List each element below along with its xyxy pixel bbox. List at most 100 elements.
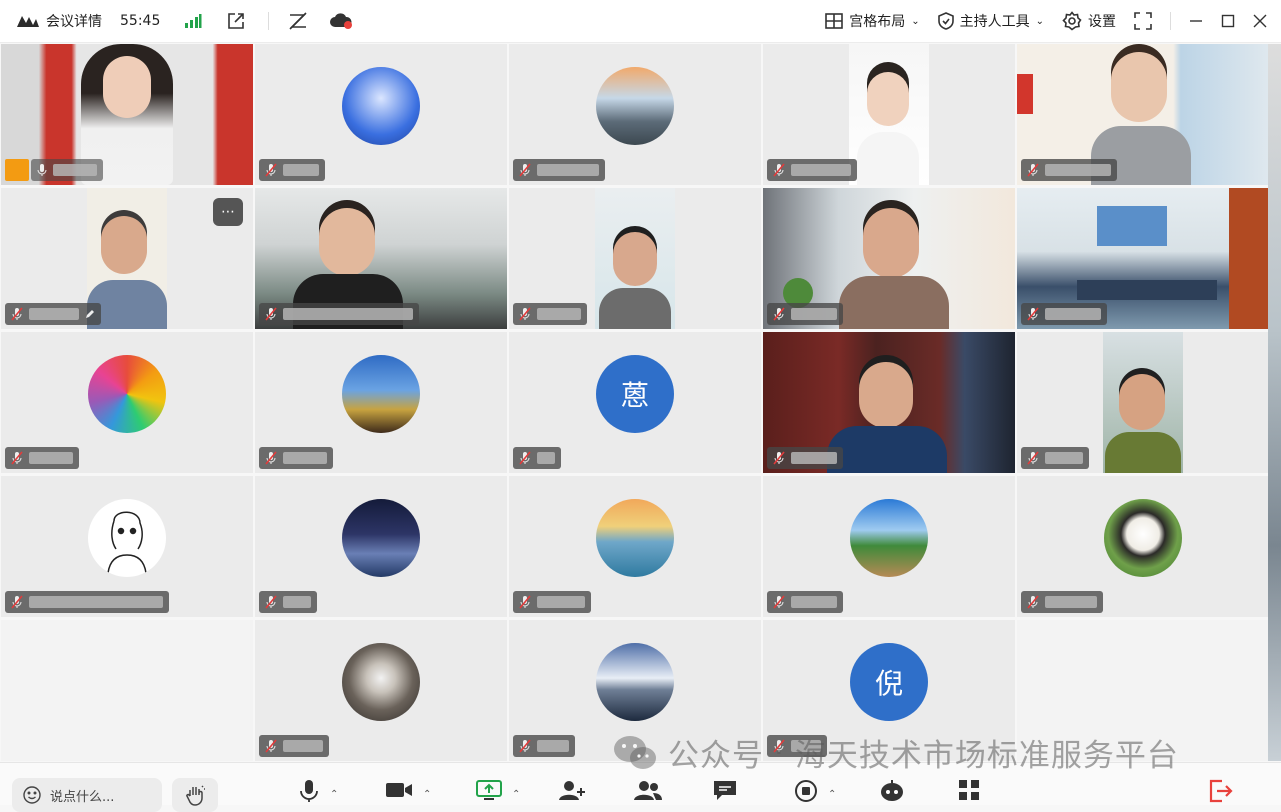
participant-tile[interactable] [509, 188, 761, 329]
participants-button[interactable] [633, 779, 663, 801]
mic-muted-icon [265, 163, 277, 177]
participant-tile[interactable] [255, 44, 507, 185]
participant-avatar [596, 499, 674, 577]
watermark-prefix: 公众号 [668, 738, 764, 774]
participant-tile[interactable] [1017, 188, 1269, 329]
chevron-up-icon[interactable]: ⌃ [828, 789, 836, 800]
mic-muted-icon [265, 595, 277, 609]
mic-muted-icon [773, 451, 785, 465]
record-button[interactable]: ⌃ [794, 779, 836, 803]
settings-button[interactable]: 设置 [1062, 11, 1116, 31]
participant-tile[interactable] [255, 188, 507, 329]
share-link-icon[interactable] [226, 11, 246, 31]
mic-muted-icon [1027, 163, 1039, 177]
participant-avatar [342, 67, 420, 145]
chat-input[interactable]: 说点什么... [12, 778, 162, 812]
mic-muted-icon [11, 595, 23, 609]
meeting-details-button[interactable]: 会议详情 [16, 11, 102, 31]
more-options-button[interactable]: ⋯ [213, 198, 243, 226]
participant-name [53, 164, 97, 176]
share-screen-button[interactable]: ⌃ [476, 779, 520, 801]
participant-avatar [850, 499, 928, 577]
microphone-icon [300, 780, 318, 802]
participant-name [791, 164, 851, 176]
participant-name [1045, 452, 1083, 464]
participant-tile[interactable] [1, 476, 253, 617]
participant-tile[interactable] [509, 44, 761, 185]
chat-bubble-icon [714, 781, 736, 800]
participant-tile[interactable] [255, 332, 507, 473]
chevron-up-icon[interactable]: ⌃ [423, 789, 431, 800]
chat-button[interactable] [712, 779, 738, 801]
share-screen-icon [476, 780, 502, 800]
microphone-icon [37, 164, 47, 176]
host-tools-button[interactable]: 主持人工具 ⌄ [937, 11, 1044, 31]
participant-avatar [596, 67, 674, 145]
apps-button[interactable] [958, 779, 980, 801]
participant-tile[interactable]: ⋯ [1, 188, 253, 329]
participant-tile[interactable]: 蒽 [509, 332, 761, 473]
right-edge-strip [1268, 44, 1281, 761]
divider [268, 12, 270, 30]
participant-name [283, 308, 413, 320]
microphone-button[interactable]: ⌃ [298, 779, 338, 803]
invite-button[interactable] [558, 779, 586, 801]
participant-name-tag [259, 303, 419, 325]
watermark-name: 海天技术市场标准服务平台 [794, 738, 1179, 774]
mic-muted-icon [1027, 451, 1039, 465]
participant-tile[interactable] [1017, 44, 1269, 185]
exit-icon [1209, 779, 1233, 803]
maximize-icon[interactable] [1221, 14, 1235, 28]
participant-name [791, 452, 837, 464]
close-icon[interactable] [1253, 14, 1267, 28]
participant-name [29, 308, 79, 320]
chevron-up-icon[interactable]: ⌃ [512, 789, 520, 800]
participant-name [29, 452, 73, 464]
fullscreen-icon[interactable] [1134, 12, 1152, 30]
mic-muted-icon [519, 595, 531, 609]
shield-icon [937, 12, 954, 30]
cloud-recording-icon[interactable] [329, 12, 353, 30]
raise-hand-button[interactable] [172, 778, 218, 812]
participant-name-tag [1021, 591, 1103, 613]
mic-muted-icon [773, 595, 785, 609]
participant-tile[interactable] [1017, 332, 1269, 473]
participant-avatar [88, 355, 166, 433]
participant-tile[interactable] [763, 44, 1015, 185]
participant-name-tag [259, 447, 333, 469]
participant-tile[interactable] [1, 332, 253, 473]
participants-icon [634, 781, 662, 800]
minimize-icon[interactable] [1189, 14, 1203, 28]
camera-button[interactable]: ⌃ [385, 779, 431, 801]
annotation-off-icon[interactable] [287, 11, 309, 31]
participant-avatar [342, 643, 420, 721]
participant-name [791, 308, 837, 320]
meeting-timer: 55:45 [120, 13, 161, 29]
mic-muted-icon [773, 163, 785, 177]
signal-strength-icon[interactable] [184, 13, 202, 29]
participant-tile[interactable] [763, 476, 1015, 617]
ai-assistant-button[interactable] [878, 779, 906, 803]
participant-tile[interactable] [255, 620, 507, 761]
participant-name-tag [767, 159, 857, 181]
pencil-icon [86, 310, 94, 318]
participant-name [29, 596, 163, 608]
participant-tile[interactable] [509, 476, 761, 617]
participant-tile[interactable] [255, 476, 507, 617]
participant-avatar [342, 499, 420, 577]
participant-name-tag [5, 591, 169, 613]
participant-tile[interactable] [763, 188, 1015, 329]
participant-avatar [88, 499, 166, 577]
participant-avatar [1104, 499, 1182, 577]
mic-muted-icon [11, 451, 23, 465]
grid-layout-button[interactable]: 宫格布局 ⌄ [825, 11, 920, 31]
participant-tile[interactable] [1, 44, 253, 185]
mic-muted-icon [11, 307, 23, 321]
chevron-up-icon[interactable]: ⌃ [330, 789, 338, 800]
leave-meeting-button[interactable] [1208, 779, 1234, 803]
participant-name-tag [31, 159, 103, 181]
raise-hand-icon [186, 785, 205, 806]
participant-video [595, 188, 675, 329]
participant-tile[interactable] [1017, 476, 1269, 617]
participant-tile[interactable] [763, 332, 1015, 473]
